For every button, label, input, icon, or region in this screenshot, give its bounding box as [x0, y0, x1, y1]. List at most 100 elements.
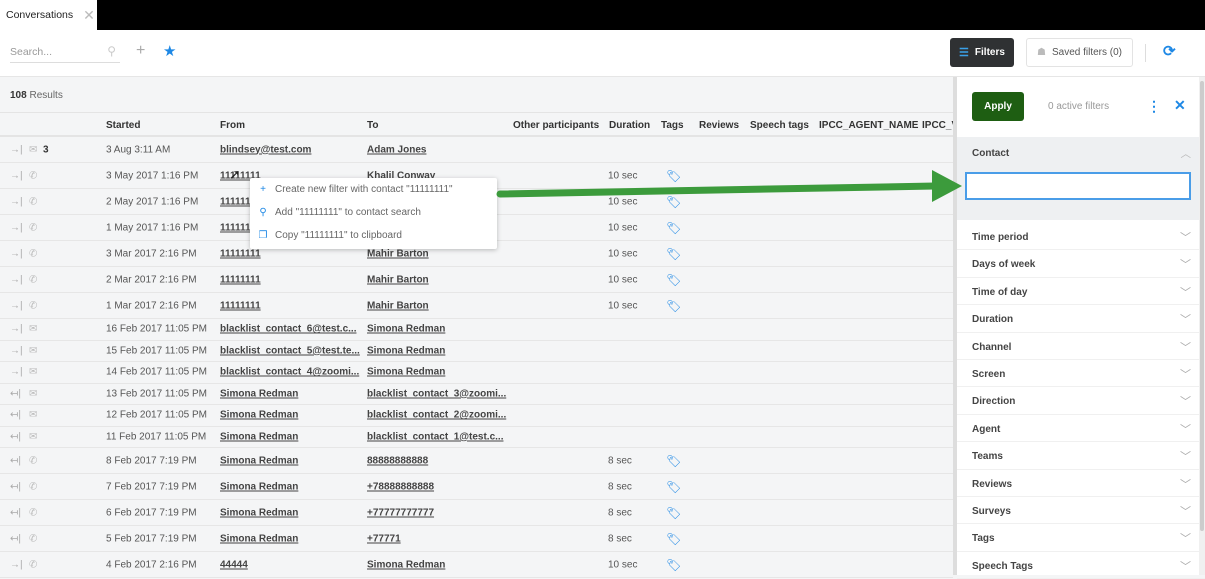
filter-section[interactable]: Surveys ﹀ [957, 497, 1205, 525]
table-row[interactable]: →| ✉ 16 Feb 2017 11:05 PM blacklist_cont… [0, 319, 953, 341]
to-link[interactable]: Adam Jones [367, 144, 426, 155]
add-icon[interactable]: + [136, 42, 145, 60]
tag-icon[interactable]: 🏷︎ [666, 506, 681, 520]
filter-section[interactable]: Agent ﹀ [957, 415, 1205, 443]
filter-section[interactable]: Teams ﹀ [957, 442, 1205, 470]
table-row[interactable]: ↤| ✉ 13 Feb 2017 11:05 PM Simona Redman … [0, 384, 953, 405]
column-header[interactable]: To [367, 120, 378, 131]
column-header[interactable]: IPCC_AGENT_NAME [819, 120, 918, 131]
from-link[interactable]: blindsey@test.com [220, 144, 311, 155]
to-link[interactable]: blacklist_contact_1@test.c... [367, 431, 503, 442]
search-input[interactable]: Search... ⚲ [10, 43, 120, 63]
to-link[interactable]: blacklist_contact_3@zoomi... [367, 388, 506, 399]
to-link[interactable]: Simona Redman [367, 367, 445, 378]
menu-item-copy[interactable]: ❐ Copy "11111111" to clipboard [250, 224, 497, 247]
to-link[interactable]: Simona Redman [367, 324, 445, 335]
tag-icon[interactable]: 🏷︎ [666, 195, 681, 209]
phone-icon: ✆ [29, 248, 38, 259]
menu-item-add-to-search[interactable]: ⚲ Add "11111111" to contact search [250, 201, 497, 224]
column-header[interactable]: Reviews [699, 120, 739, 131]
table-row[interactable]: →| ✆ 2 Mar 2017 2:16 PM 11111111 Mahir B… [0, 267, 953, 293]
filter-section[interactable]: Days of week ﹀ [957, 250, 1205, 278]
divider [1145, 44, 1146, 62]
from-link[interactable]: Simona Redman [220, 431, 298, 442]
column-header[interactable]: Speech tags [750, 120, 809, 131]
to-link[interactable]: Mahir Barton [367, 274, 429, 285]
star-icon[interactable]: ★ [163, 42, 176, 60]
panel-scrollbar[interactable] [1199, 77, 1205, 575]
from-link[interactable]: 44444 [220, 559, 248, 570]
tag-icon[interactable]: 🏷︎ [666, 169, 681, 183]
apply-button[interactable]: Apply [972, 92, 1024, 121]
column-header[interactable]: Duration [609, 120, 650, 131]
to-link[interactable]: Simona Redman [367, 559, 445, 570]
to-link[interactable]: +77771 [367, 533, 401, 544]
tag-icon[interactable]: 🏷︎ [666, 480, 681, 494]
from-link[interactable]: 11111111 [220, 248, 261, 259]
from-link[interactable]: blacklist_contact_4@zoomi... [220, 367, 359, 378]
filter-label: Time period [972, 232, 1029, 243]
more-options-icon[interactable]: ⋮ [1147, 98, 1161, 115]
close-tab-icon[interactable]: ✕ [83, 7, 95, 24]
table-row[interactable]: →| ✆ 4 Feb 2017 2:16 PM 44444 Simona Red… [0, 552, 953, 578]
filter-section[interactable]: Channel ﹀ [957, 333, 1205, 360]
tab-conversations[interactable]: Conversations ✕ [0, 0, 97, 30]
refresh-icon[interactable]: ⟳ [1163, 42, 1176, 60]
to-link[interactable]: +78888888888 [367, 481, 434, 492]
table-row[interactable]: ↤| ✆ 6 Feb 2017 7:19 PM Simona Redman +7… [0, 500, 953, 526]
from-link[interactable]: Simona Redman [220, 455, 298, 466]
from-link[interactable]: Simona Redman [220, 481, 298, 492]
inbound-direction-icon: →| [10, 345, 23, 357]
tag-icon[interactable]: 🏷︎ [666, 454, 681, 468]
filter-section[interactable]: Direction ﹀ [957, 387, 1205, 415]
tag-icon[interactable]: 🏷︎ [666, 273, 681, 287]
table-row[interactable]: ↤| ✉ 12 Feb 2017 11:05 PM Simona Redman … [0, 405, 953, 427]
tag-icon[interactable]: 🏷︎ [666, 221, 681, 235]
filter-section[interactable]: Duration ﹀ [957, 305, 1205, 333]
table-row[interactable]: ↤| ✆ 7 Feb 2017 7:19 PM Simona Redman +7… [0, 474, 953, 500]
table-row[interactable]: ↤| ✆ 5 Feb 2017 7:19 PM Simona Redman +7… [0, 526, 953, 552]
column-header[interactable]: Tags [661, 120, 684, 131]
to-link[interactable]: 88888888888 [367, 455, 428, 466]
from-link[interactable]: blacklist_contact_6@test.c... [220, 324, 356, 335]
filter-section[interactable]: Time of day ﹀ [957, 278, 1205, 306]
table-row[interactable]: →| ✉ 14 Feb 2017 11:05 PM blacklist_cont… [0, 362, 953, 384]
column-header[interactable]: From [220, 120, 245, 131]
from-link[interactable]: Simona Redman [220, 533, 298, 544]
from-link[interactable]: 11111111 [220, 300, 261, 311]
to-link[interactable]: blacklist_contact_2@zoomi... [367, 410, 506, 421]
table-row[interactable]: →| ✆ 1 Mar 2017 2:16 PM 11111111 Mahir B… [0, 293, 953, 319]
close-panel-icon[interactable]: ✕ [1174, 97, 1186, 114]
from-link[interactable]: Simona Redman [220, 410, 298, 421]
from-link[interactable]: Simona Redman [220, 507, 298, 518]
tag-icon[interactable]: 🏷︎ [666, 532, 681, 546]
scrollbar-thumb[interactable] [1200, 81, 1204, 531]
filter-section[interactable]: Screen ﹀ [957, 360, 1205, 388]
table-row[interactable]: ↤| ✆ 8 Feb 2017 7:19 PM Simona Redman 88… [0, 448, 953, 474]
to-link[interactable]: +77777777777 [367, 507, 434, 518]
to-link[interactable]: Mahir Barton [367, 248, 429, 259]
table-row[interactable]: ↤| ✉ 11 Feb 2017 11:05 PM Simona Redman … [0, 427, 953, 448]
search-icon[interactable]: ⚲ [107, 44, 116, 58]
tag-icon[interactable]: 🏷︎ [666, 299, 681, 313]
chevron-up-icon[interactable]: ︿ [1181, 146, 1192, 161]
contact-input[interactable] [965, 172, 1191, 200]
to-link[interactable]: Mahir Barton [367, 300, 429, 311]
from-link[interactable]: Simona Redman [220, 388, 298, 399]
filters-button[interactable]: ☰ Filters [950, 38, 1014, 67]
tag-icon[interactable]: 🏷︎ [666, 558, 681, 572]
results-number: 108 [10, 90, 27, 101]
to-link[interactable]: Simona Redman [367, 345, 445, 356]
tag-icon[interactable]: 🏷︎ [666, 247, 681, 261]
saved-filters-button[interactable]: ☗ Saved filters (0) [1026, 38, 1133, 67]
column-header[interactable]: Other participants [513, 120, 599, 131]
filter-section[interactable]: Reviews ﹀ [957, 470, 1205, 497]
table-row[interactable]: →| ✉ 15 Feb 2017 11:05 PM blacklist_cont… [0, 341, 953, 362]
filter-section[interactable]: Time period ﹀ [957, 223, 1205, 251]
table-row[interactable]: →| ✉ 3 3 Aug 3:11 AM blindsey@test.com A… [0, 137, 953, 163]
from-link[interactable]: 11111111 [220, 274, 261, 285]
column-header[interactable]: Started [106, 120, 140, 131]
filter-section[interactable]: Tags ﹀ [957, 524, 1205, 552]
from-link[interactable]: blacklist_contact_5@test.te... [220, 345, 360, 356]
menu-item-create-filter[interactable]: + Create new filter with contact "1111111… [250, 178, 497, 201]
